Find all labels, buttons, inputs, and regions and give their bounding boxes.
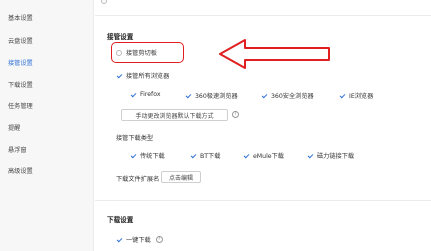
emule-label: eMule下载 xyxy=(253,153,284,160)
all-browsers-checkbox[interactable] xyxy=(116,73,122,79)
help-icon[interactable]: ? xyxy=(155,236,163,243)
traditional-checkbox[interactable] xyxy=(130,153,136,159)
magnet-checkbox[interactable] xyxy=(307,153,313,159)
change-default-help[interactable]: ? xyxy=(232,111,239,118)
previous-section-edge xyxy=(95,0,431,16)
sidebar-item-advanced[interactable]: 高级设置 xyxy=(8,166,33,175)
change-default-download-button[interactable]: 手动更改浏览器默认下载方式 xyxy=(121,109,228,121)
sidebar-item-basic[interactable]: 基本设置 xyxy=(8,13,33,22)
highlight-box xyxy=(111,42,184,63)
cut-off-option-icon xyxy=(101,0,107,4)
ie-checkbox[interactable] xyxy=(339,93,345,99)
bt-label: BT下载 xyxy=(200,153,221,160)
type-magnet-option[interactable]: 磁力链接下载 xyxy=(307,151,354,160)
download-section-title: 下载设置 xyxy=(107,216,134,224)
one-click-label: 一键下载 xyxy=(126,237,151,244)
sidebar-item-download[interactable]: 下载设置 xyxy=(8,80,33,89)
traditional-label: 传统下载 xyxy=(140,153,165,160)
takeover-all-browsers-option[interactable]: 接管所有浏览器 xyxy=(116,71,169,80)
type-bt-option[interactable]: BT下载 xyxy=(190,151,220,160)
settings-window: 基本设置 云盘设置 接管设置 下载设置 任务管理 提醒 悬浮窗 高级设置 接管设… xyxy=(0,0,431,251)
firefox-label: Firefox xyxy=(140,91,161,98)
file-extension-label: 下载文件扩展名 xyxy=(116,176,160,183)
browser-firefox-option[interactable]: Firefox xyxy=(130,91,160,98)
sidebar-item-cloud[interactable]: 云盘设置 xyxy=(8,36,33,45)
360safe-checkbox[interactable] xyxy=(261,93,267,99)
browser-360safe-option[interactable]: 360安全浏览器 xyxy=(261,91,314,100)
section-divider xyxy=(95,200,431,201)
one-click-download-option[interactable]: 一键下载 ? xyxy=(116,235,163,244)
sidebar-item-tasks[interactable]: 任务管理 xyxy=(8,101,33,110)
sidebar-item-takeover[interactable]: 接管设置 xyxy=(8,58,33,67)
360speed-label: 360极速浏览器 xyxy=(195,93,238,100)
browser-360speed-option[interactable]: 360极速浏览器 xyxy=(185,91,238,100)
magnet-label: 磁力链接下载 xyxy=(317,153,355,160)
all-browsers-label: 接管所有浏览器 xyxy=(126,73,170,80)
arrow-icon xyxy=(219,39,330,69)
one-click-checkbox[interactable] xyxy=(116,237,122,243)
help-icon[interactable]: ? xyxy=(232,111,239,118)
type-emule-option[interactable]: eMule下载 xyxy=(243,151,284,160)
takeover-section-title: 接管设置 xyxy=(107,33,134,41)
edit-extensions-button[interactable]: 点击编辑 xyxy=(161,171,201,183)
download-types-title: 接管下载类型 xyxy=(116,135,154,142)
type-traditional-option[interactable]: 传统下载 xyxy=(130,151,165,160)
360speed-checkbox[interactable] xyxy=(185,93,191,99)
ie-label: IE浏览器 xyxy=(349,93,374,100)
360safe-label: 360安全浏览器 xyxy=(271,93,314,100)
bt-checkbox[interactable] xyxy=(190,153,196,159)
browser-ie-option[interactable]: IE浏览器 xyxy=(339,91,373,100)
sidebar-item-floating[interactable]: 悬浮窗 xyxy=(8,145,27,154)
emule-checkbox[interactable] xyxy=(243,153,249,159)
firefox-checkbox[interactable] xyxy=(130,92,136,98)
sidebar-item-reminder[interactable]: 提醒 xyxy=(8,123,20,132)
settings-content: 接管设置 接管剪切板 接管所有浏览器 Firefox 360极速浏览器 360安… xyxy=(95,0,431,251)
sidebar: 基本设置 云盘设置 接管设置 下载设置 任务管理 提醒 悬浮窗 高级设置 xyxy=(0,0,94,251)
